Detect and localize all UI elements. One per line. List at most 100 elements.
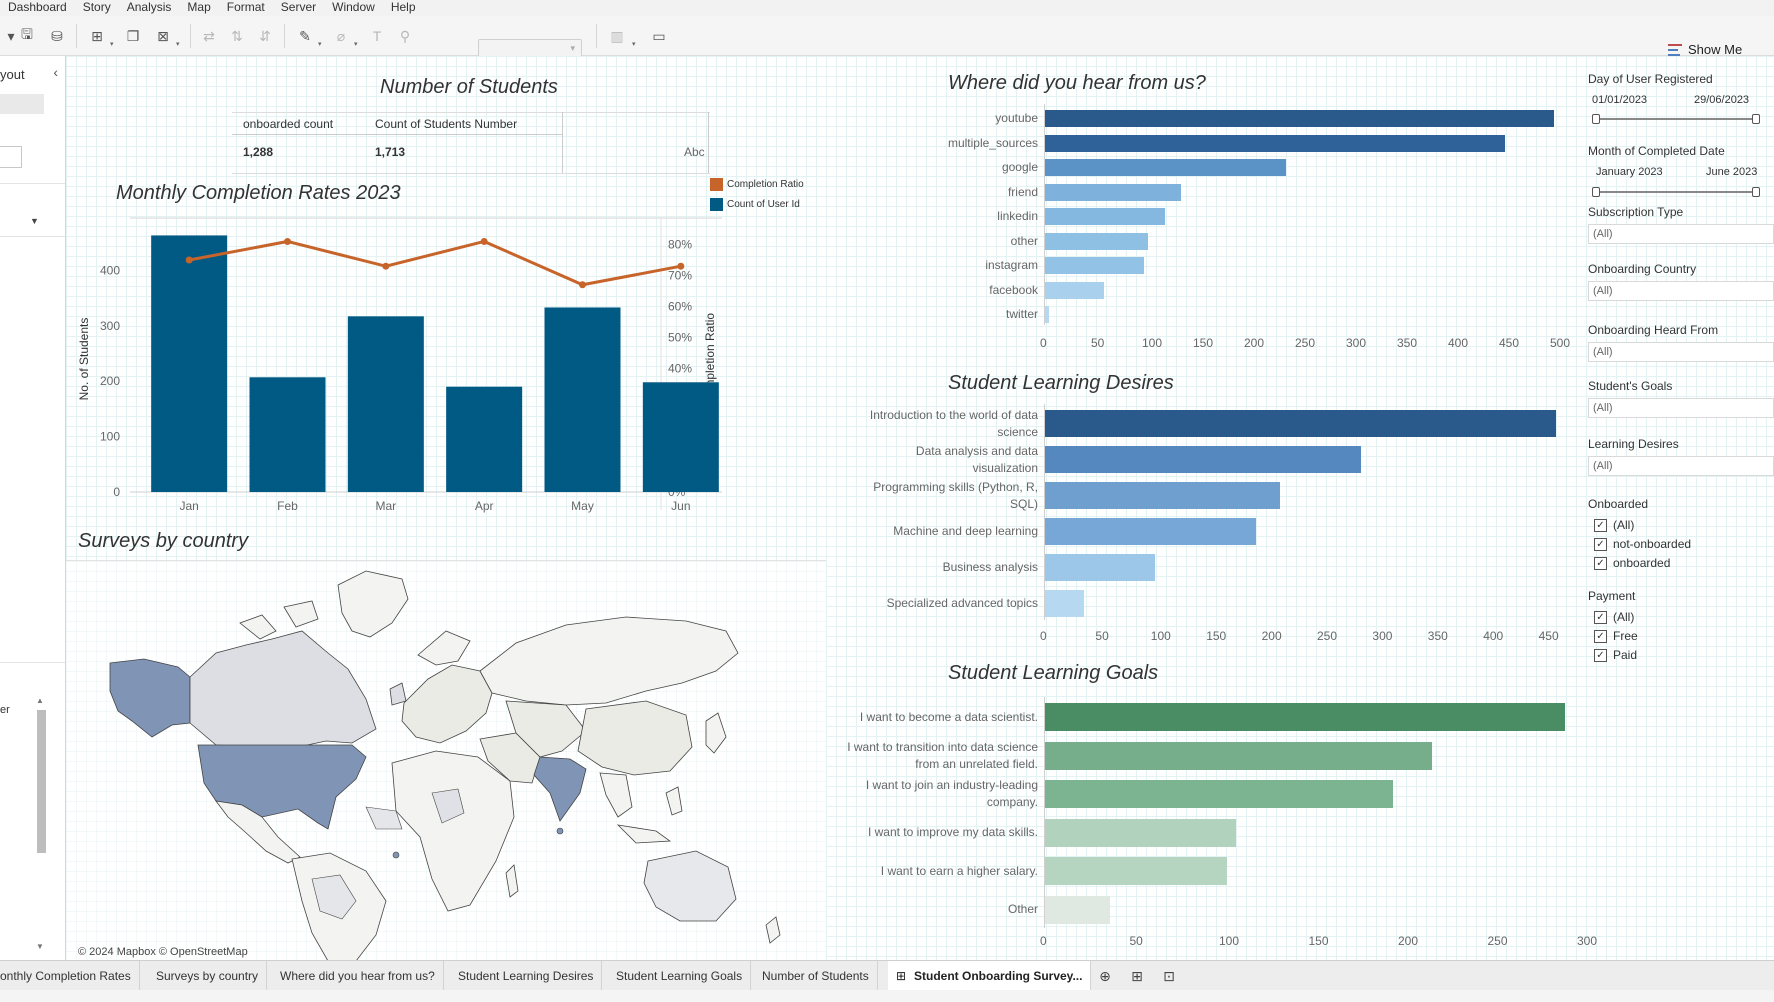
legend-item-completion-ratio[interactable]: Completion Ratio — [710, 178, 804, 191]
bar[interactable] — [1044, 482, 1280, 509]
bar[interactable] — [1044, 232, 1149, 250]
line-point[interactable] — [677, 262, 685, 270]
map-country[interactable] — [556, 827, 564, 835]
new-worksheet-tab-icon[interactable]: ⊕ — [1096, 967, 1114, 985]
chevron-down-icon[interactable]: ▾ — [176, 40, 184, 48]
tab-learning-desires[interactable]: Student Learning Desires — [450, 961, 603, 991]
menu-item[interactable]: Server — [273, 0, 324, 16]
layout-size-input[interactable] — [0, 146, 22, 168]
scroll-thumb[interactable] — [37, 710, 46, 853]
filter-desires-select[interactable]: (All) — [1588, 456, 1774, 476]
presentation-icon[interactable]: ▥ — [606, 26, 628, 46]
bar[interactable] — [446, 386, 523, 492]
tab-where-did-you-hear[interactable]: Where did you hear from us? — [272, 961, 444, 991]
group-icon[interactable]: ⌀ — [330, 26, 352, 46]
checkbox[interactable]: ✓ — [1594, 556, 1607, 570]
map-country[interactable] — [392, 851, 400, 859]
chevron-down-icon[interactable]: ▾ — [354, 40, 362, 48]
scroll-up-icon[interactable]: ▲ — [36, 696, 44, 705]
tab-student-onboarding-survey[interactable]: ⊞ Student Onboarding Survey... — [888, 961, 1092, 991]
menu-item[interactable]: Map — [179, 0, 218, 16]
device-preview-icon[interactable]: ▭ — [648, 26, 670, 46]
clear-sheet-icon[interactable]: ⊠ — [152, 26, 174, 46]
bar[interactable] — [1044, 281, 1105, 299]
bar[interactable] — [1044, 159, 1286, 176]
bar[interactable] — [1044, 134, 1506, 152]
bar[interactable] — [1044, 857, 1227, 885]
bar[interactable] — [1044, 257, 1144, 274]
bar[interactable] — [1044, 446, 1361, 473]
chevron-down-icon[interactable]: ▾ — [632, 40, 640, 48]
chevron-down-icon[interactable]: ▾ — [110, 40, 118, 48]
filter-payment-option[interactable]: ✓ Free — [1594, 629, 1638, 643]
filter-onboarded-option[interactable]: ✓ not-onboarded — [1594, 537, 1691, 551]
slider-thumb-start[interactable] — [1592, 114, 1600, 124]
menu-item[interactable]: Analysis — [119, 0, 180, 16]
tab-learning-goals[interactable]: Student Learning Goals — [608, 961, 752, 991]
bar[interactable] — [1044, 741, 1433, 770]
filter-payment-option[interactable]: ✓ (All) — [1594, 610, 1634, 624]
menu-item[interactable]: Window — [324, 0, 383, 16]
surveys-map[interactable] — [66, 560, 826, 962]
filter-day-registered-slider[interactable] — [1592, 114, 1760, 124]
line-point[interactable] — [185, 256, 193, 264]
line-point[interactable] — [382, 262, 390, 270]
bar[interactable] — [1044, 518, 1256, 545]
line-point[interactable] — [579, 281, 586, 289]
bar[interactable] — [1044, 590, 1084, 617]
slider-thumb-end[interactable] — [1752, 114, 1760, 124]
number-of-students-table[interactable]: onboarded count Count of Students Number… — [232, 112, 710, 174]
show-me-button[interactable]: Show Me — [1668, 42, 1742, 57]
pin-icon[interactable]: ⚲ — [394, 26, 416, 46]
slider-thumb-start[interactable] — [1592, 187, 1600, 197]
new-worksheet-icon[interactable]: ⊞ — [86, 26, 108, 46]
menu-item[interactable]: Help — [383, 0, 424, 16]
layout-scrollbar[interactable]: ▲ ▼ — [36, 696, 47, 951]
bar[interactable] — [1044, 410, 1556, 437]
menu-item[interactable]: Story — [75, 0, 119, 16]
bar[interactable] — [544, 307, 621, 492]
monthly-completion-chart[interactable]: 01002003004000%10%20%30%40%50%60%70%80%N… — [66, 210, 826, 520]
label-icon[interactable]: T — [366, 26, 388, 46]
bar[interactable] — [1044, 895, 1111, 924]
filter-onboarded-option[interactable]: ✓ (All) — [1594, 518, 1634, 532]
duplicate-sheet-icon[interactable]: ❐ — [122, 26, 144, 46]
completion-ratio-line[interactable] — [188, 239, 682, 287]
sort-ascending-icon[interactable]: ⇅ — [226, 26, 248, 46]
menu-item[interactable]: Format — [219, 0, 273, 16]
layout-selected-item[interactable] — [0, 94, 44, 114]
menu-item[interactable]: Dashboard — [0, 0, 75, 16]
filter-subscription-select[interactable]: (All) — [1588, 224, 1774, 244]
new-dashboard-tab-icon[interactable]: ⊞ — [1128, 967, 1146, 985]
line-point[interactable] — [284, 237, 291, 245]
bar[interactable] — [1044, 554, 1155, 581]
swap-icon[interactable]: ⇄ — [198, 26, 220, 46]
filter-country-select[interactable]: (All) — [1588, 281, 1774, 301]
filter-payment-option[interactable]: ✓ Paid — [1594, 648, 1637, 662]
save-icon[interactable]: 🖫 — [16, 26, 38, 46]
bar[interactable] — [1044, 818, 1236, 847]
checkbox[interactable]: ✓ — [1594, 629, 1607, 643]
bar[interactable] — [1044, 703, 1565, 731]
tab-number-of-students[interactable]: Number of Students — [754, 961, 878, 991]
filter-month-completed-slider[interactable] — [1592, 187, 1760, 197]
bar[interactable] — [1044, 780, 1394, 808]
bar[interactable] — [347, 316, 424, 492]
new-story-tab-icon[interactable]: ⊡ — [1160, 967, 1178, 985]
tab-surveys-by-country[interactable]: Surveys by country — [148, 961, 268, 991]
checkbox[interactable]: ✓ — [1594, 648, 1607, 662]
bar[interactable] — [151, 235, 228, 492]
scroll-down-icon[interactable]: ▼ — [36, 942, 44, 951]
checkbox[interactable]: ✓ — [1594, 518, 1607, 532]
sort-descending-icon[interactable]: ⇵ — [254, 26, 276, 46]
filter-heard-from-select[interactable]: (All) — [1588, 342, 1774, 362]
checkbox[interactable]: ✓ — [1594, 537, 1607, 551]
chevron-down-icon[interactable]: ▼ — [30, 216, 39, 226]
filter-goals-select[interactable]: (All) — [1588, 398, 1774, 418]
bar[interactable] — [642, 382, 719, 492]
bar[interactable] — [1044, 110, 1554, 127]
chevron-left-icon[interactable]: ‹ — [53, 64, 58, 80]
slider-thumb-end[interactable] — [1752, 187, 1760, 197]
line-point[interactable] — [480, 237, 488, 245]
highlight-icon[interactable]: ✎ — [294, 26, 316, 46]
